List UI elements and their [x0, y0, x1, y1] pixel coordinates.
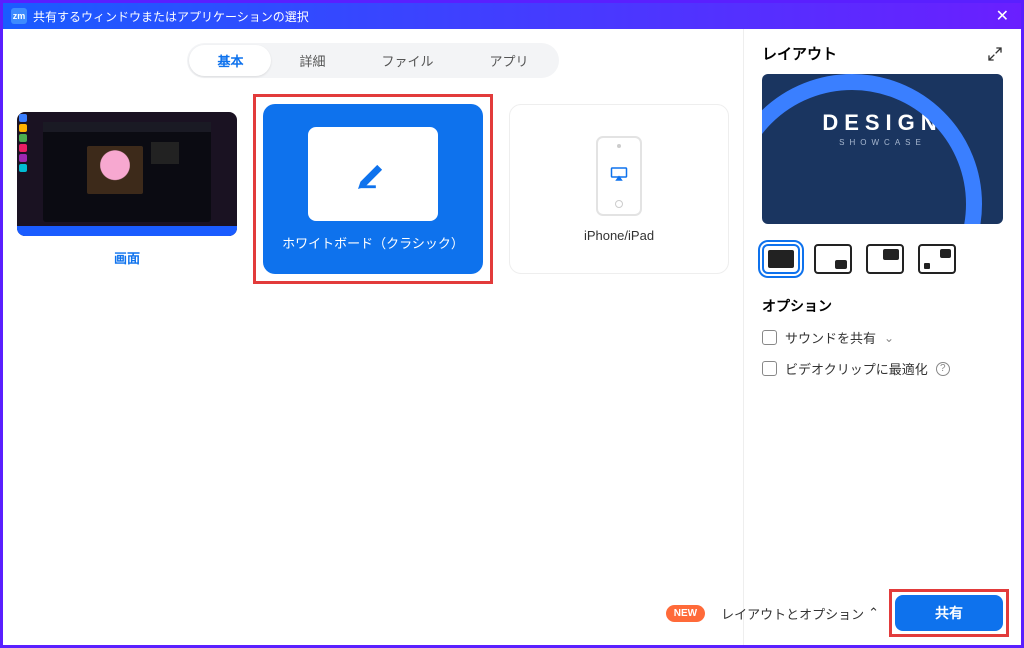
card-whiteboard-label: ホワイトボード（クラシック）	[282, 233, 464, 252]
chevron-up-icon: ⌃	[868, 605, 879, 621]
card-screen[interactable]: 画面	[17, 104, 237, 274]
help-icon[interactable]: ?	[936, 362, 950, 376]
new-badge: NEW	[666, 605, 705, 622]
label-share-sound: サウンドを共有	[785, 328, 876, 347]
tab-advanced[interactable]: 詳細	[271, 45, 353, 76]
app-window: zm 共有するウィンドウまたはアプリケーションの選択 ✕ 基本 詳細 ファイル …	[0, 0, 1024, 648]
label-optimize-video: ビデオクリップに最適化	[785, 359, 928, 378]
window-title: 共有するウィンドウまたはアプリケーションの選択	[33, 8, 992, 25]
footer-actions: NEW レイアウトとオプション ⌃ 共有	[666, 595, 1003, 631]
card-whiteboard[interactable]: ホワイトボード（クラシック）	[263, 104, 483, 274]
layout-options	[762, 244, 1003, 274]
phone-icon	[596, 136, 642, 216]
airplay-icon	[610, 166, 628, 182]
tab-apps[interactable]: アプリ	[462, 45, 557, 76]
layout-panel: レイアウト DESIGN SHOWCASE オプション サウンドを共有 ⌄	[743, 29, 1021, 645]
dialog-body: 基本 詳細 ファイル アプリ 画面	[3, 29, 1021, 645]
card-iphone-ipad[interactable]: iPhone/iPad	[509, 104, 729, 274]
share-targets: 画面 ホワイトボード（クラシック）	[17, 104, 729, 274]
option-share-sound[interactable]: サウンドを共有 ⌄	[762, 328, 1003, 347]
tab-files[interactable]: ファイル	[354, 45, 462, 76]
layout-options-toggle[interactable]: レイアウトとオプション ⌃	[721, 604, 879, 623]
layout-preview: DESIGN SHOWCASE	[762, 74, 1003, 224]
expand-icon[interactable]	[987, 46, 1003, 62]
screen-thumbnail	[17, 112, 237, 236]
checkbox-optimize-video[interactable]	[762, 361, 777, 376]
titlebar: zm 共有するウィンドウまたはアプリケーションの選択 ✕	[3, 3, 1021, 29]
layout-mode-pip-small[interactable]	[814, 244, 852, 274]
share-button[interactable]: 共有	[895, 595, 1003, 631]
card-screen-label: 画面	[114, 248, 140, 267]
layout-mode-pip-large[interactable]	[866, 244, 904, 274]
checkbox-share-sound[interactable]	[762, 330, 777, 345]
tab-bar: 基本 詳細 ファイル アプリ	[187, 43, 558, 78]
layout-mode-side[interactable]	[918, 244, 956, 274]
layout-heading: レイアウト	[762, 43, 837, 64]
main-panel: 基本 詳細 ファイル アプリ 画面	[3, 29, 743, 645]
option-optimize-video[interactable]: ビデオクリップに最適化 ?	[762, 359, 1003, 378]
layout-toggle-label: レイアウトとオプション	[721, 604, 864, 623]
pencil-icon	[356, 157, 390, 191]
app-logo-icon: zm	[11, 8, 27, 24]
tab-basic[interactable]: 基本	[189, 45, 271, 76]
layout-mode-fullscreen[interactable]	[762, 244, 800, 274]
close-button[interactable]: ✕	[992, 6, 1013, 26]
options-heading: オプション	[762, 296, 1003, 316]
chevron-down-icon[interactable]: ⌄	[884, 331, 894, 345]
card-iphone-label: iPhone/iPad	[584, 228, 654, 243]
